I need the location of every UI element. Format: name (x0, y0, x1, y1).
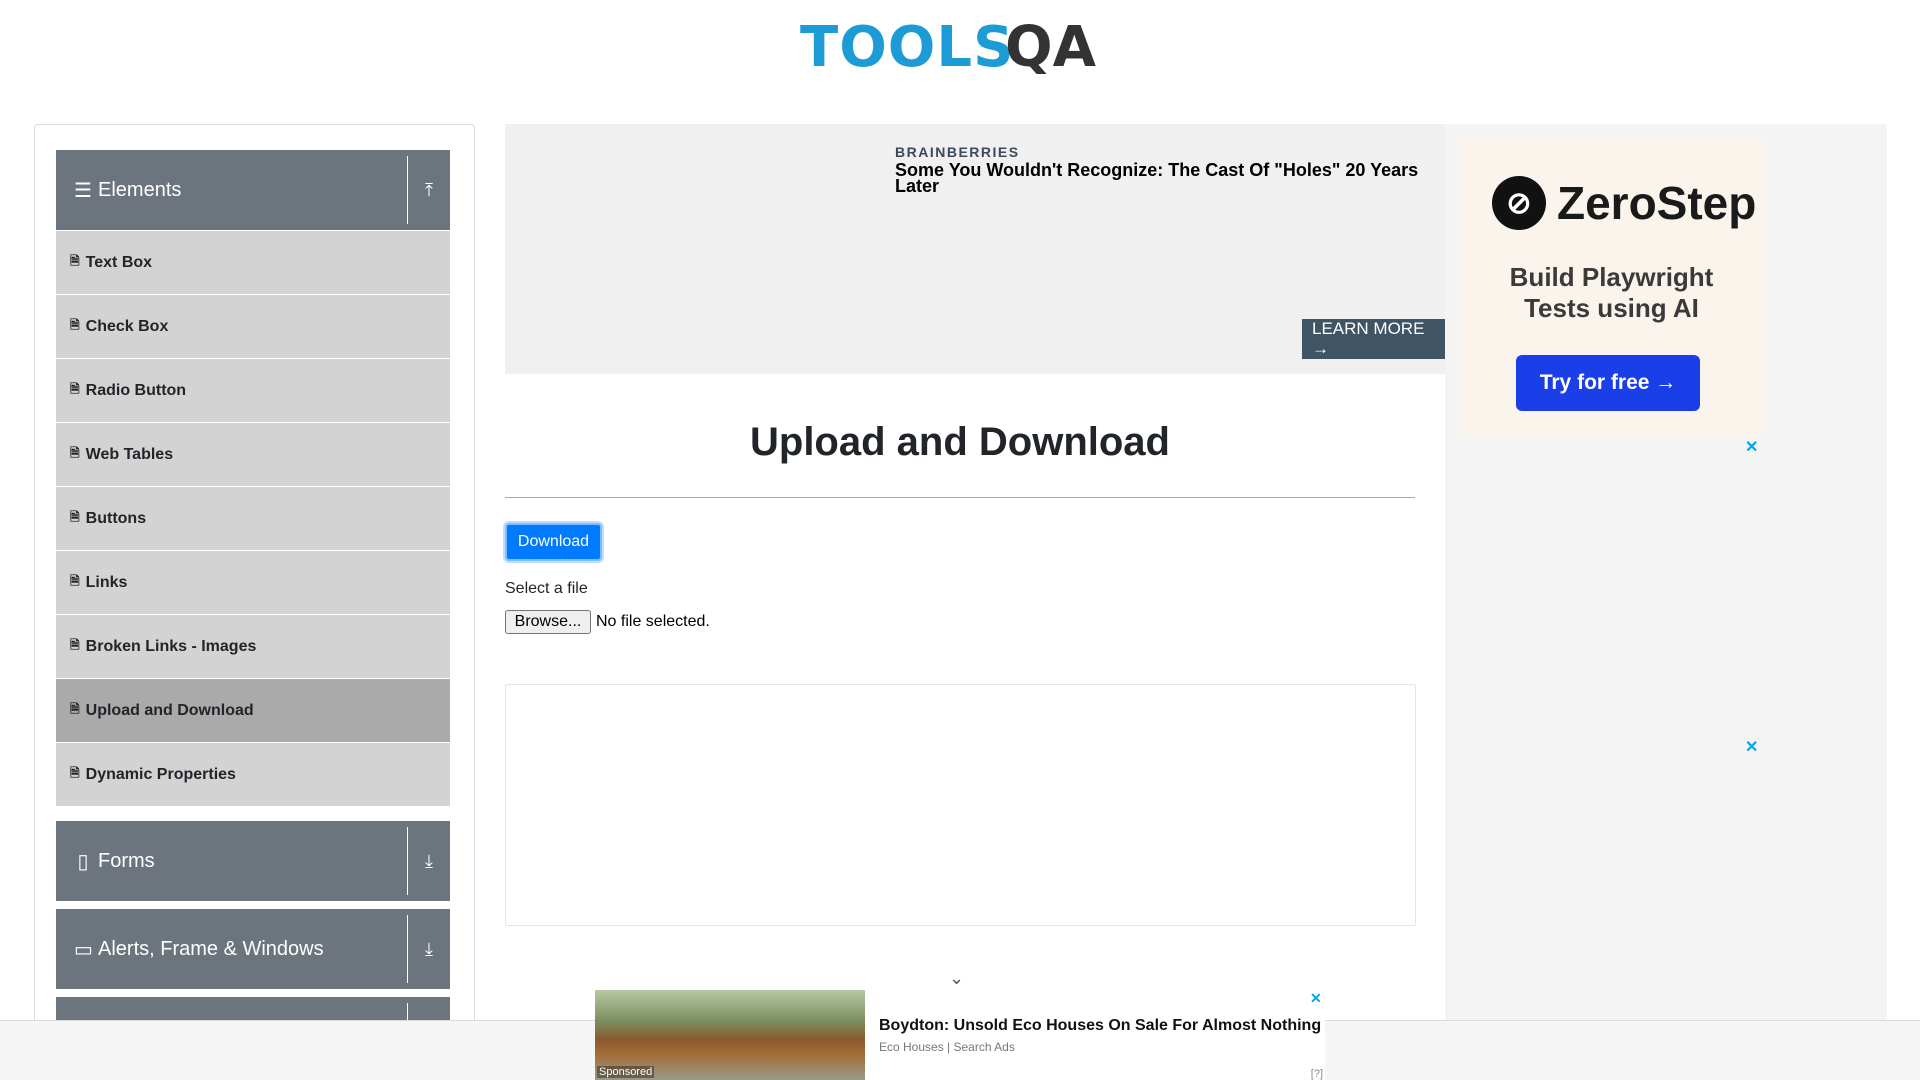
ad-headline[interactable]: Some You Wouldn't Recognize: The Cast Of… (895, 161, 1435, 195)
sidebar-item-label: Broken Links - Images (85, 637, 257, 655)
group-elements: ☰ Elements ⤒ 🗎 Text Box 🗎 Check Box 🗎 Radio… (56, 150, 450, 806)
sidebar-item-label: Dynamic Properties (85, 765, 236, 783)
close-icon[interactable]: ✕ (1745, 737, 1758, 757)
close-icon[interactable]: ✕ (1310, 990, 1322, 1007)
group-header-forms[interactable]: ▯ Forms ⤓ (56, 821, 450, 901)
download-button[interactable]: Download (505, 523, 602, 561)
bottom-ad[interactable]: Sponsored Boydton: Unsold Eco Houses On … (595, 990, 1325, 1080)
bottom-ad-headline[interactable]: Boydton: Unsold Eco Houses On Sale For A… (879, 1017, 1321, 1035)
list-item-icon: 🗎 (70, 574, 80, 588)
sidebar-item-check-box[interactable]: 🗎 Check Box (56, 294, 450, 358)
list-item-icon: 🗎 (70, 702, 80, 716)
toolsqa-logo[interactable]: TOOLS QA (800, 14, 1125, 94)
logo-accent: QA (1005, 15, 1096, 80)
group-header-elements[interactable]: ☰ Elements ⤒ (56, 150, 450, 230)
ad-learn-more-button[interactable]: LEARN MORE → (1302, 319, 1445, 359)
tagline-line-1: Build Playwright (1509, 262, 1714, 292)
group-title: Forms (98, 849, 155, 872)
sidebar-item-label: Upload and Download (85, 701, 254, 719)
page: TOOLS QA ☰ Elements ⤒ 🗎 Text Box 🗎 Check B… (0, 0, 1920, 1080)
tagline-line-2: Tests using AI (1524, 293, 1699, 323)
close-icon[interactable]: ✕ (1745, 437, 1758, 457)
list-item-icon: 🗎 (70, 254, 80, 268)
chevron-down-icon[interactable]: ⌄ (949, 968, 964, 989)
sidebar-item-buttons[interactable]: 🗎 Buttons (56, 486, 450, 550)
sidebar-item-label: Web Tables (85, 445, 174, 463)
sidebar-item-label: Radio Button (85, 381, 187, 399)
sidebar-item-label: Text Box (85, 253, 153, 271)
zerostep-logo-icon: ⊘ (1492, 176, 1546, 230)
sidebar-item-broken-links[interactable]: 🗎 Broken Links - Images (56, 614, 450, 678)
left-sidebar: ☰ Elements ⤒ 🗎 Text Box 🗎 Check Box 🗎 Radio… (34, 124, 475, 1080)
list-item-icon: 🗎 (70, 382, 80, 396)
browse-file-button[interactable]: Browse... (505, 610, 591, 634)
sidebar-item-label: Check Box (85, 317, 169, 335)
right-ad-banner: ⊘ ZeroStep Build Playwright Tests using … (1445, 124, 1887, 1080)
group-forms: ▯ Forms ⤓ (56, 821, 450, 901)
group-title: Elements (98, 178, 182, 201)
logo-text: TOOLS (800, 15, 1015, 80)
expand-down-icon[interactable]: ⤓ (407, 915, 450, 983)
list-item-icon: 🗎 (70, 638, 80, 652)
expand-down-icon[interactable]: ⤓ (407, 827, 450, 895)
ad-brand: BRAINBERRIES (895, 144, 1020, 160)
zerostep-tagline: Build Playwright Tests using AI (1460, 262, 1763, 324)
title-divider (505, 497, 1415, 498)
top-ad-banner[interactable]: BRAINBERRIES Some You Wouldn't Recognize… (505, 124, 1445, 374)
sidebar-item-links[interactable]: 🗎 Links (56, 550, 450, 614)
list-item-icon: 🗎 (70, 510, 80, 524)
zerostep-ad[interactable]: ⊘ ZeroStep Build Playwright Tests using … (1460, 136, 1763, 436)
sidebar-item-text-box[interactable]: 🗎 Text Box (56, 230, 450, 294)
ad-image[interactable]: Sponsored (595, 990, 865, 1080)
form-icon: ▯ (77, 850, 89, 873)
window-icon: ▭ (74, 938, 93, 961)
try-free-button[interactable]: Try for free → (1516, 355, 1700, 411)
list-item-icon: 🗎 (70, 446, 80, 460)
group-header-alerts[interactable]: ▭ Alerts, Frame & Windows ⤓ (56, 909, 450, 989)
sidebar-item-label: Buttons (85, 509, 147, 527)
ad-info-icon[interactable]: [?] (1311, 1068, 1323, 1080)
list-item-icon: 🗎 (70, 318, 80, 332)
sidebar-item-label: Links (85, 573, 128, 591)
group-title: Alerts, Frame & Windows (98, 937, 324, 960)
list-item-icon: 🗎 (70, 766, 80, 780)
select-file-label: Select a file (505, 580, 588, 597)
sponsored-label: Sponsored (597, 1066, 655, 1078)
page-title: Upload and Download (750, 420, 1170, 464)
ad-placeholder-box (505, 684, 1416, 926)
sidebar-item-upload-download[interactable]: 🗎 Upload and Download (56, 678, 450, 742)
bottom-ad-source: Eco Houses | Search Ads (879, 1040, 1015, 1054)
file-status-text: No file selected. (596, 613, 710, 630)
collapse-up-icon[interactable]: ⤒ (407, 156, 450, 224)
hamburger-icon: ☰ (74, 179, 92, 202)
group-alerts: ▭ Alerts, Frame & Windows ⤓ (56, 909, 450, 989)
sidebar-item-dynamic-properties[interactable]: 🗎 Dynamic Properties (56, 742, 450, 806)
sidebar-item-radio-button[interactable]: 🗎 Radio Button (56, 358, 450, 422)
zerostep-brand: ZeroStep (1557, 177, 1757, 229)
sidebar-item-web-tables[interactable]: 🗎 Web Tables (56, 422, 450, 486)
